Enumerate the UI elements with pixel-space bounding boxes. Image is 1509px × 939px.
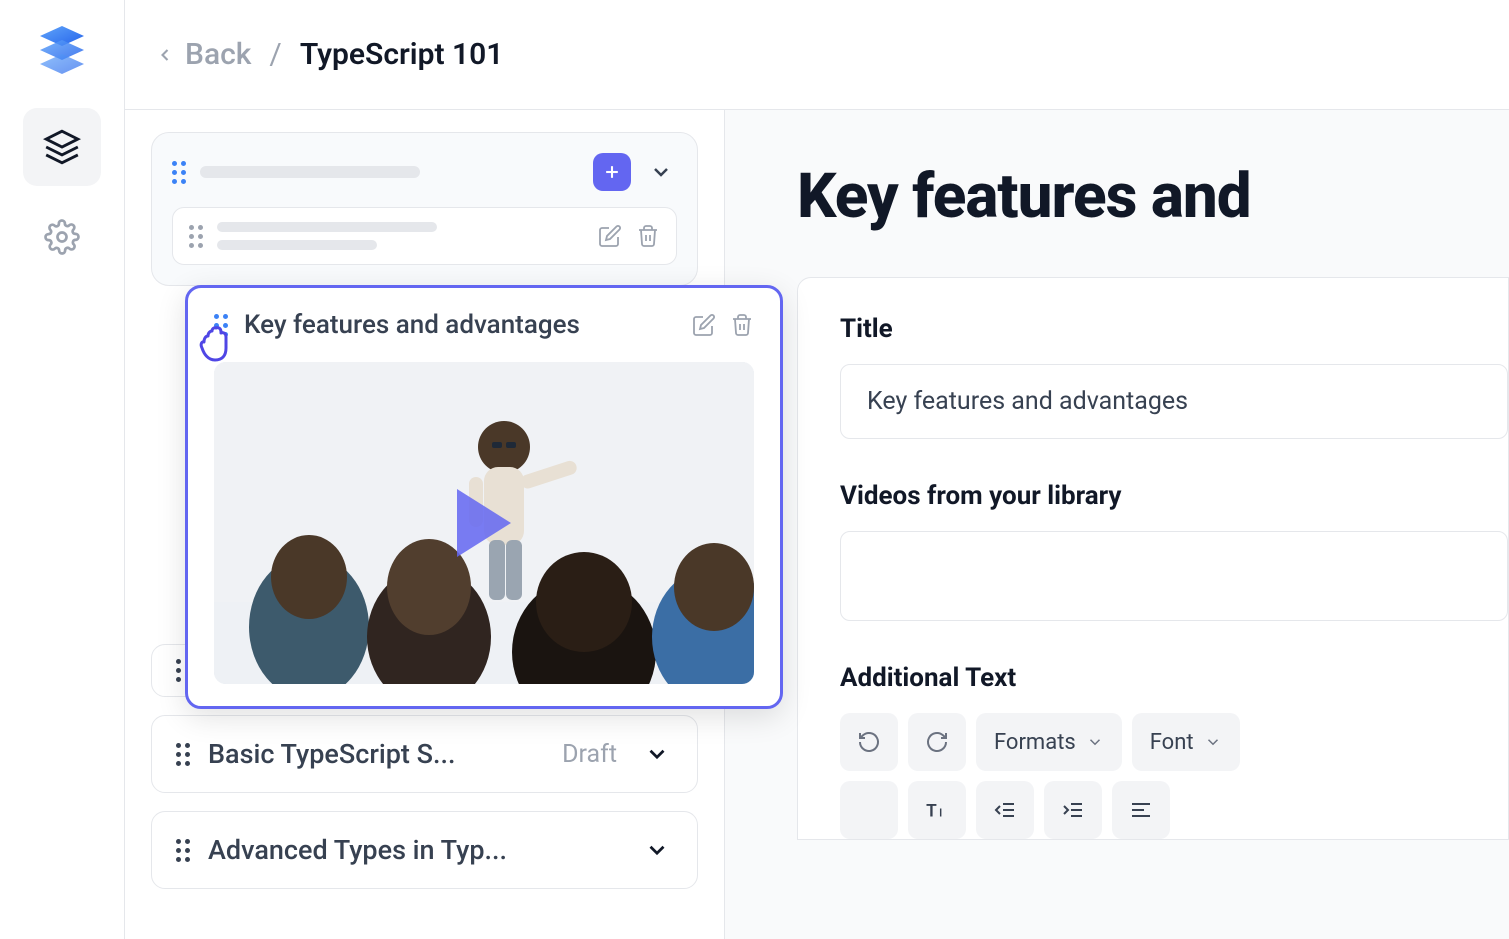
sidebar xyxy=(0,0,125,939)
status-badge: Draft xyxy=(562,740,617,769)
redo-button[interactable] xyxy=(908,713,966,771)
undo-icon xyxy=(857,730,881,754)
edit-icon[interactable] xyxy=(598,224,622,248)
section-row[interactable]: Advanced Types in Typ... xyxy=(151,811,698,889)
outdent-button[interactable] xyxy=(976,781,1034,839)
breadcrumb: Back / TypeScript 101 xyxy=(125,0,1509,110)
lesson-editor-panel: Key features and Title Videos from your … xyxy=(725,110,1509,939)
drag-handle-icon[interactable] xyxy=(172,161,186,184)
collapse-button[interactable] xyxy=(645,156,677,188)
nav-settings[interactable] xyxy=(23,198,101,276)
chevron-down-icon xyxy=(1204,733,1222,751)
formats-label: Formats xyxy=(994,730,1076,755)
indent-button[interactable] xyxy=(1044,781,1102,839)
lesson-list-panel: Basic TypeScript S... Draft Advanced Typ… xyxy=(125,110,725,939)
video-thumbnail[interactable] xyxy=(214,362,754,684)
align-button[interactable] xyxy=(1112,781,1170,839)
formats-dropdown[interactable]: Formats xyxy=(976,713,1122,771)
page-title: TypeScript 101 xyxy=(300,37,504,72)
section-title: Basic TypeScript S... xyxy=(208,738,544,770)
undo-button[interactable] xyxy=(840,713,898,771)
additional-text-label: Additional Text xyxy=(840,663,1508,693)
section-row[interactable]: Basic TypeScript S... Draft xyxy=(151,715,698,793)
trash-icon[interactable] xyxy=(636,224,660,248)
module-card xyxy=(151,132,698,286)
svg-text:T: T xyxy=(926,802,937,822)
gear-icon xyxy=(44,219,80,255)
play-icon[interactable] xyxy=(457,489,511,557)
lesson-row-placeholder[interactable] xyxy=(172,207,677,265)
outdent-icon xyxy=(993,798,1017,822)
lesson-title: Key features and advantages xyxy=(244,310,676,340)
back-label: Back xyxy=(185,37,251,72)
font-size-button[interactable]: TI xyxy=(908,781,966,839)
title-label: Title xyxy=(840,314,1508,344)
breadcrumb-separator: / xyxy=(269,37,281,72)
redo-icon xyxy=(925,730,949,754)
chevron-down-icon xyxy=(1086,733,1104,751)
toolbar-button[interactable] xyxy=(840,781,898,839)
plus-icon xyxy=(602,162,622,182)
layers-icon xyxy=(43,128,81,166)
drag-handle-icon[interactable] xyxy=(189,225,203,248)
font-dropdown[interactable]: Font xyxy=(1132,713,1240,771)
chevron-down-icon xyxy=(649,160,673,184)
active-lesson-card[interactable]: Key features and advantages xyxy=(185,285,783,709)
video-library-selector[interactable] xyxy=(840,531,1508,621)
expand-button[interactable] xyxy=(641,738,673,770)
drag-handle-icon[interactable] xyxy=(176,839,190,862)
editor-heading: Key features and xyxy=(797,160,1509,233)
font-label: Font xyxy=(1150,730,1194,755)
chevron-left-icon xyxy=(155,45,175,65)
title-input[interactable] xyxy=(840,364,1508,439)
add-lesson-button[interactable] xyxy=(593,153,631,191)
trash-icon[interactable] xyxy=(730,313,754,337)
align-left-icon xyxy=(1129,798,1153,822)
rich-text-toolbar: Formats Font xyxy=(840,713,1508,771)
svg-text:I: I xyxy=(939,807,942,820)
module-title-placeholder xyxy=(200,166,579,178)
section-title: Advanced Types in Typ... xyxy=(208,834,623,866)
drag-handle-icon[interactable] xyxy=(176,743,190,766)
nav-courses[interactable] xyxy=(23,108,101,186)
chevron-down-icon xyxy=(644,837,670,863)
text-size-icon: TI xyxy=(924,797,950,823)
expand-button[interactable] xyxy=(641,834,673,866)
indent-icon xyxy=(1061,798,1085,822)
app-logo xyxy=(34,22,90,78)
grab-cursor-icon xyxy=(190,318,238,366)
chevron-down-icon xyxy=(644,741,670,767)
edit-icon[interactable] xyxy=(692,313,716,337)
videos-label: Videos from your library xyxy=(840,481,1508,511)
back-link[interactable]: Back xyxy=(155,37,251,72)
